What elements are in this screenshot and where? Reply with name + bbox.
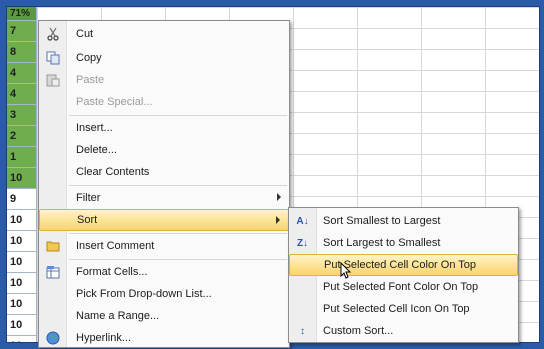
menu-item-label: Paste — [76, 74, 105, 86]
menu-item-label: Insert Comment — [76, 240, 155, 252]
copy-icon — [39, 47, 66, 69]
row-header[interactable]: 4 — [7, 63, 37, 84]
menu-item-paste[interactable]: Paste — [39, 69, 289, 91]
menu-separator — [69, 259, 287, 260]
menu-item-cut[interactable]: Cut — [39, 23, 289, 45]
top-row-label: 71% — [7, 7, 37, 21]
hyperlink-globe-icon — [39, 327, 66, 349]
menu-item-label: Sort — [77, 214, 98, 226]
custom-sort-icon: ↕ — [300, 325, 305, 337]
paste-icon — [39, 69, 66, 91]
menu-item-label: Delete... — [76, 144, 117, 156]
submenu-item-label: Sort Largest to Smallest — [323, 237, 441, 249]
menu-item-label: Format Cells... — [76, 266, 148, 278]
submenu-item-sort-ascending[interactable]: A↓ Sort Smallest to Largest — [289, 210, 518, 232]
menu-item-filter[interactable]: Filter — [39, 187, 289, 209]
menu-item-delete[interactable]: Delete... — [39, 139, 289, 161]
submenu-item-cell-icon-on-top[interactable]: Put Selected Cell Icon On Top — [289, 298, 518, 320]
row-header[interactable]: 4 — [7, 84, 37, 105]
context-menu: Cut Copy Paste Paste Special... Insert..… — [38, 20, 290, 348]
row-header[interactable]: 3 — [7, 105, 37, 126]
sort-submenu: A↓ Sort Smallest to Largest Z↓ Sort Larg… — [288, 207, 519, 343]
mouse-pointer-icon — [340, 261, 352, 285]
submenu-item-label: Custom Sort... — [323, 325, 394, 337]
submenu-item-sort-descending[interactable]: Z↓ Sort Largest to Smallest — [289, 232, 518, 254]
row-header[interactable]: 10 — [7, 336, 37, 342]
menu-separator — [69, 115, 287, 116]
menu-separator — [69, 233, 287, 234]
menu-item-label: Clear Contents — [76, 166, 150, 178]
row-header[interactable]: 10 — [7, 294, 37, 315]
menu-item-sort[interactable]: Sort — [39, 209, 289, 231]
menu-item-label: Filter — [76, 192, 101, 204]
menu-separator — [69, 185, 287, 186]
row-header[interactable]: 10 — [7, 315, 37, 336]
format-cells-icon — [39, 261, 66, 283]
row-header[interactable]: 10 — [7, 168, 37, 189]
scissors-icon — [39, 23, 66, 45]
submenu-item-custom-sort[interactable]: ↕ Custom Sort... — [289, 320, 518, 342]
menu-item-name-range[interactable]: Name a Range... — [39, 305, 289, 327]
row-header[interactable]: 9 — [7, 189, 37, 210]
menu-item-label: Paste Special... — [76, 96, 153, 108]
row-header[interactable]: 10 — [7, 252, 37, 273]
submenu-arrow-icon — [277, 193, 281, 201]
sort-descending-icon: Z↓ — [296, 237, 309, 249]
menu-item-format-cells[interactable]: Format Cells... — [39, 261, 289, 283]
menu-item-label: Copy — [76, 52, 102, 64]
submenu-item-font-color-on-top[interactable]: Put Selected Font Color On Top — [289, 276, 518, 298]
menu-item-pick-from-list[interactable]: Pick From Drop-down List... — [39, 283, 289, 305]
row-header[interactable]: 1 — [7, 147, 37, 168]
row-header[interactable]: 10 — [7, 273, 37, 294]
menu-item-label: Cut — [76, 28, 94, 40]
menu-item-hyperlink[interactable]: Hyperlink... — [39, 327, 289, 349]
menu-item-insert[interactable]: Insert... — [39, 117, 289, 139]
menu-item-clear-contents[interactable]: Clear Contents — [39, 161, 289, 183]
row-header-column: 71% 7 8 4 4 3 2 1 10 9 10 10 10 10 10 10… — [7, 7, 37, 342]
menu-item-label: Insert... — [76, 122, 113, 134]
row-header[interactable]: 8 — [7, 42, 37, 63]
row-header[interactable]: 10 — [7, 210, 37, 231]
menu-item-label: Hyperlink... — [76, 332, 132, 344]
submenu-item-label: Put Selected Cell Icon On Top — [323, 303, 470, 315]
submenu-arrow-icon — [276, 216, 280, 224]
menu-item-copy[interactable]: Copy — [39, 47, 289, 69]
submenu-item-cell-color-on-top[interactable]: Put Selected Cell Color On Top — [289, 254, 518, 276]
row-header[interactable]: 7 — [7, 21, 37, 42]
menu-item-label: Pick From Drop-down List... — [76, 288, 212, 300]
menu-item-insert-comment[interactable]: Insert Comment — [39, 235, 289, 257]
row-header[interactable]: 2 — [7, 126, 37, 147]
row-header[interactable]: 10 — [7, 231, 37, 252]
sort-ascending-icon: A↓ — [296, 215, 309, 227]
comment-folder-icon — [39, 235, 66, 257]
menu-item-label: Name a Range... — [76, 310, 160, 322]
submenu-item-label: Sort Smallest to Largest — [323, 215, 441, 227]
menu-item-paste-special[interactable]: Paste Special... — [39, 91, 289, 113]
